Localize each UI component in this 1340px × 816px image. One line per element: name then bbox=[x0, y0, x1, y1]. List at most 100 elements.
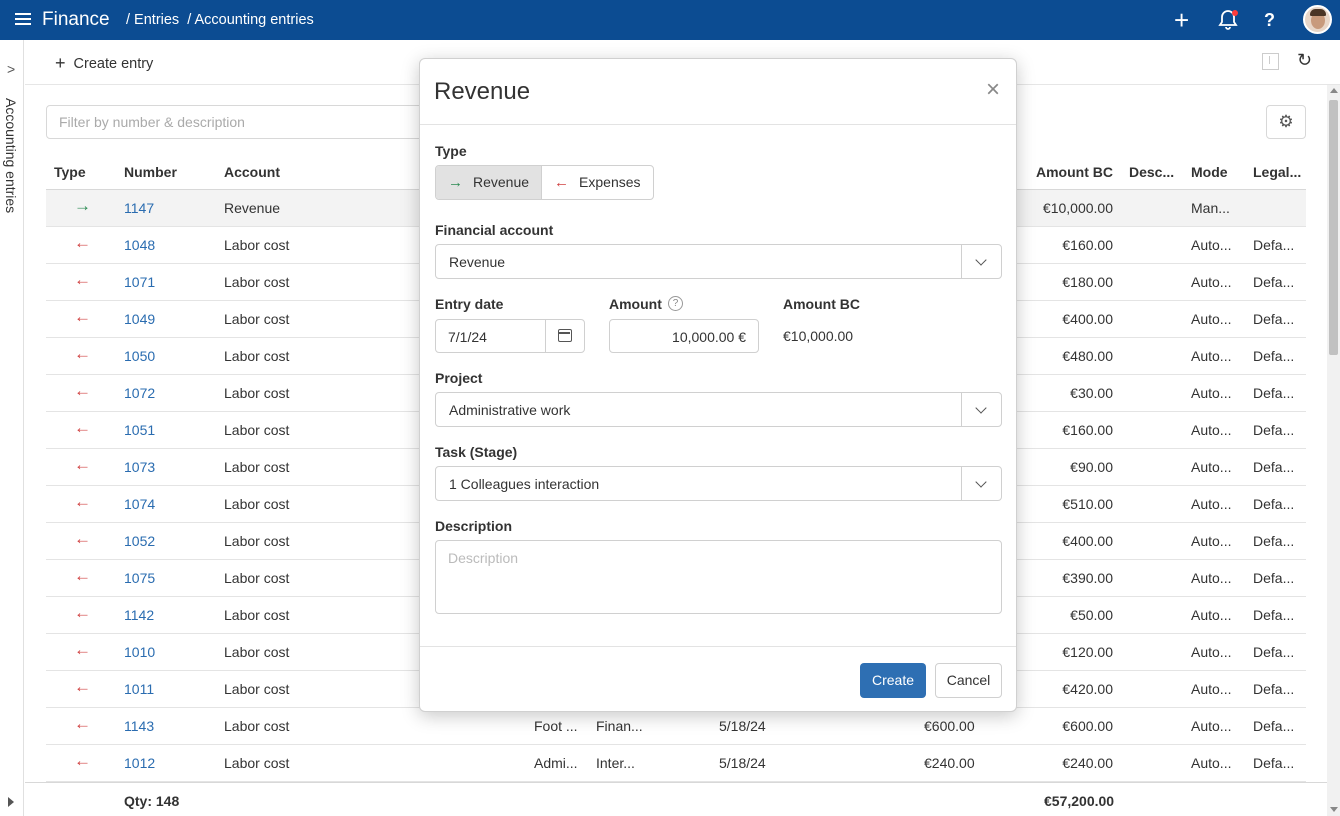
task-select[interactable]: 1 Colleagues interaction bbox=[435, 466, 1002, 501]
account-cell: Labor cost bbox=[224, 533, 290, 549]
type-arrow-icon: ← bbox=[74, 677, 91, 696]
scroll-down-icon[interactable] bbox=[1330, 807, 1338, 812]
amount-field[interactable]: 10,000.00 € bbox=[609, 319, 759, 353]
entry-date-field[interactable]: 7/1/24 bbox=[435, 319, 585, 353]
entry-number-link[interactable]: 1142 bbox=[124, 607, 154, 623]
entry-number-link[interactable]: 1050 bbox=[124, 348, 155, 364]
account-cell: Labor cost bbox=[224, 755, 290, 771]
app-title[interactable]: Finance bbox=[42, 9, 110, 31]
amount-bc-label: Amount BC bbox=[783, 296, 860, 312]
amount-cell: €240.00 bbox=[924, 755, 975, 771]
type-arrow-icon: ← bbox=[74, 418, 91, 437]
close-icon[interactable]: × bbox=[986, 78, 1000, 102]
entry-number-link[interactable]: 1075 bbox=[124, 570, 155, 586]
entry-number-link[interactable]: 1052 bbox=[124, 533, 155, 549]
amount-bc-cell: €160.00 bbox=[1062, 422, 1113, 438]
help-icon[interactable]: ? bbox=[668, 296, 683, 311]
entry-number-link[interactable]: 1074 bbox=[124, 496, 155, 512]
dialog-footer: Create Cancel bbox=[420, 646, 1016, 712]
legal-cell: Defa... bbox=[1253, 496, 1295, 512]
project-label: Project bbox=[435, 370, 483, 386]
menu-icon[interactable] bbox=[15, 11, 31, 29]
plus-icon[interactable]: + bbox=[1174, 7, 1189, 33]
left-rail: > Accounting entries bbox=[0, 40, 24, 816]
arrow-right-icon: → bbox=[448, 174, 463, 191]
breadcrumb-entries[interactable]: / Entries bbox=[126, 12, 179, 28]
create-entry-button[interactable]: + Create entry bbox=[55, 53, 153, 74]
type-arrow-icon: → bbox=[74, 196, 91, 215]
type-arrow-icon: ← bbox=[74, 751, 91, 770]
mode-cell: Auto... bbox=[1191, 496, 1232, 512]
col-number[interactable]: Number bbox=[124, 164, 177, 180]
entry-number-link[interactable]: 1143 bbox=[124, 718, 154, 734]
col-amount-bc[interactable]: Amount BC bbox=[1036, 164, 1113, 180]
chevron-down-icon[interactable] bbox=[961, 467, 1001, 500]
entry-date-value: 7/1/24 bbox=[448, 329, 487, 345]
cancel-button[interactable]: Cancel bbox=[935, 663, 1002, 698]
entry-number-link[interactable]: 1071 bbox=[124, 274, 155, 290]
entry-number-link[interactable]: 1048 bbox=[124, 237, 155, 253]
entry-number-link[interactable]: 1072 bbox=[124, 385, 155, 401]
breadcrumb-accounting-entries[interactable]: / Accounting entries bbox=[187, 12, 314, 28]
mode-cell: Auto... bbox=[1191, 755, 1232, 771]
scroll-up-icon[interactable] bbox=[1330, 88, 1338, 93]
cell-col5: Admi... bbox=[534, 755, 578, 771]
type-expenses-option[interactable]: ← Expenses bbox=[542, 166, 652, 199]
mode-cell: Man... bbox=[1191, 200, 1230, 216]
entry-number-link[interactable]: 1049 bbox=[124, 311, 155, 327]
type-arrow-icon: ← bbox=[74, 455, 91, 474]
chevron-right-icon[interactable]: > bbox=[7, 61, 15, 77]
col-legal[interactable]: Legal... bbox=[1253, 164, 1301, 180]
entry-number-link[interactable]: 1011 bbox=[124, 681, 154, 697]
project-value: Administrative work bbox=[449, 402, 571, 418]
col-description[interactable]: Desc... bbox=[1129, 164, 1174, 180]
mode-cell: Auto... bbox=[1191, 274, 1232, 290]
scrollbar-thumb[interactable] bbox=[1329, 100, 1338, 355]
financial-account-select[interactable]: Revenue bbox=[435, 244, 1002, 279]
settings-icon[interactable]: ⚙ bbox=[1266, 105, 1306, 139]
type-revenue-option[interactable]: → Revenue bbox=[436, 166, 542, 199]
expand-arrow-icon[interactable] bbox=[8, 797, 14, 807]
amount-bc-cell: €400.00 bbox=[1062, 533, 1113, 549]
legal-cell: Defa... bbox=[1253, 422, 1295, 438]
mode-cell: Auto... bbox=[1191, 607, 1232, 623]
description-field[interactable] bbox=[435, 540, 1002, 614]
mode-cell: Auto... bbox=[1191, 533, 1232, 549]
table-row[interactable]: ← 1012 Labor cost Admi... Inter... 5/18/24 €24… bbox=[46, 745, 1306, 782]
help-icon[interactable]: ? bbox=[1264, 10, 1275, 31]
refresh-icon[interactable]: ↻ bbox=[1297, 50, 1312, 71]
export-icon[interactable] bbox=[1262, 53, 1279, 70]
table-row[interactable]: ← 1143 Labor cost Foot ... Finan... 5/18/24 €6… bbox=[46, 708, 1306, 745]
cell-col6: Inter... bbox=[596, 755, 635, 771]
amount-bc-cell: €160.00 bbox=[1062, 237, 1113, 253]
avatar[interactable] bbox=[1303, 5, 1332, 34]
amount-value: 10,000.00 € bbox=[672, 329, 746, 345]
type-arrow-icon: ← bbox=[74, 566, 91, 585]
type-arrow-icon: ← bbox=[74, 603, 91, 622]
col-mode[interactable]: Mode bbox=[1191, 164, 1228, 180]
financial-account-label: Financial account bbox=[435, 222, 554, 238]
filter-input[interactable] bbox=[46, 105, 426, 139]
bell-icon[interactable] bbox=[1216, 8, 1240, 32]
project-select[interactable]: Administrative work bbox=[435, 392, 1002, 427]
calendar-icon[interactable] bbox=[545, 320, 584, 352]
entry-number-link[interactable]: 1010 bbox=[124, 644, 155, 660]
create-button[interactable]: Create bbox=[860, 663, 926, 698]
chevron-down-icon[interactable] bbox=[961, 393, 1001, 426]
description-label: Description bbox=[435, 518, 513, 534]
scrollbar[interactable] bbox=[1327, 85, 1340, 816]
col-type[interactable]: Type bbox=[54, 164, 86, 180]
dialog-title: Revenue bbox=[434, 78, 531, 105]
account-cell: Revenue bbox=[224, 200, 281, 216]
entry-number-link[interactable]: 1051 bbox=[124, 422, 155, 438]
rail-label[interactable]: Accounting entries bbox=[3, 98, 19, 213]
col-account[interactable]: Account bbox=[224, 164, 280, 180]
chevron-down-icon[interactable] bbox=[961, 245, 1001, 278]
legal-cell: Defa... bbox=[1253, 644, 1295, 660]
plus-icon: + bbox=[55, 53, 66, 73]
entry-number-link[interactable]: 1147 bbox=[124, 200, 154, 216]
entry-number-link[interactable]: 1073 bbox=[124, 459, 155, 475]
account-cell: Labor cost bbox=[224, 422, 290, 438]
amount-bc-cell: €400.00 bbox=[1062, 311, 1113, 327]
entry-number-link[interactable]: 1012 bbox=[124, 755, 155, 771]
